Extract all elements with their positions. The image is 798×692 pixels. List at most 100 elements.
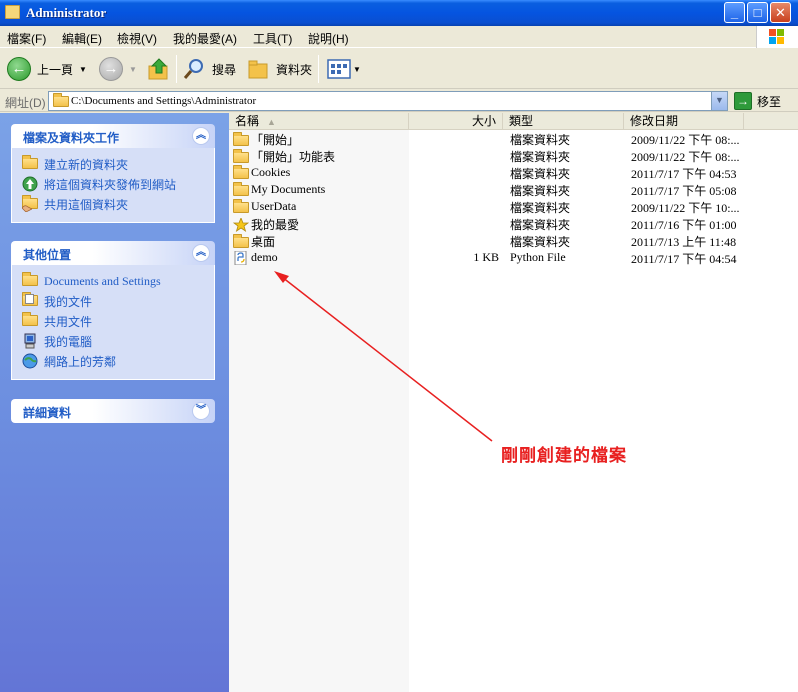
forward-button[interactable]: → ▼ xyxy=(99,55,137,83)
task-label: 我的文件 xyxy=(44,294,93,309)
folder-icon xyxy=(233,233,249,249)
folders-button[interactable]: 資料夾 xyxy=(246,55,312,83)
toolbar: ← 上一頁 ▼ → ▼ 搜尋 資料夾 ▼ xyxy=(0,49,798,89)
publish-web-icon xyxy=(22,176,38,192)
file-row[interactable]: 桌面 檔案資料夾 2011/7/13 上午 11:48 xyxy=(229,232,798,249)
file-name-cell: 我的最愛 xyxy=(233,216,403,233)
file-name: demo xyxy=(251,250,278,264)
column-header-size[interactable]: 大小 xyxy=(409,113,503,130)
file-name-cell: 桌面 xyxy=(233,233,403,250)
place-shared-documents[interactable]: 共用文件 xyxy=(22,311,214,331)
file-list: 名稱 ▲ 大小 類型 修改日期 「開始」 檔案資料夾 2009/11/22 下午 08… xyxy=(229,113,798,692)
file-name: 「開始」功能表 xyxy=(251,150,336,164)
collapse-chevron-icon[interactable]: ︽ xyxy=(192,127,210,145)
back-arrow-icon: ← xyxy=(7,57,31,81)
panel-header[interactable]: 檔案及資料夾工作 ︽ xyxy=(11,124,215,148)
folder-icon xyxy=(233,148,249,164)
menu-favorites[interactable]: 我的最愛(A) xyxy=(173,30,237,47)
file-name-cell: 「開始」 xyxy=(233,131,403,148)
file-type: 檔案資料夾 xyxy=(510,235,571,249)
column-header-date[interactable]: 修改日期 xyxy=(624,113,744,130)
place-my-documents[interactable]: 我的文件 xyxy=(22,291,214,311)
file-name-cell: Cookies xyxy=(233,165,403,180)
file-date: 2011/7/13 上午 11:48 xyxy=(631,235,737,249)
toolbar-separator xyxy=(318,55,319,83)
file-row[interactable]: 「開始」 檔案資料夾 2009/11/22 下午 08:... xyxy=(229,130,798,147)
title-bar[interactable]: Administrator _ □ ✕ xyxy=(0,0,798,26)
up-folder-button[interactable] xyxy=(147,55,171,83)
file-row[interactable]: UserData 檔案資料夾 2009/11/22 下午 10:... xyxy=(229,198,798,215)
folder-icon xyxy=(233,131,249,147)
file-row[interactable]: My Documents 檔案資料夾 2011/7/17 下午 05:08 xyxy=(229,181,798,198)
file-type: 檔案資料夾 xyxy=(510,150,571,164)
network-places-icon xyxy=(22,353,38,369)
panel-header[interactable]: 詳細資料 ︾ xyxy=(11,399,215,423)
task-label: 將這個資料夾發佈到網站 xyxy=(44,177,177,192)
file-type: 檔案資料夾 xyxy=(510,201,571,215)
expand-chevron-icon[interactable]: ︾ xyxy=(192,402,210,420)
folders-icon xyxy=(248,60,268,79)
menu-tools[interactable]: 工具(T) xyxy=(253,30,292,47)
go-button[interactable]: → 移至 xyxy=(734,92,781,110)
file-name: UserData xyxy=(251,199,297,213)
panel-title: 其他位置 xyxy=(23,248,72,262)
annotation-label: 剛剛創建的檔案 xyxy=(501,446,627,465)
minimize-button[interactable]: _ xyxy=(724,2,745,23)
views-icon xyxy=(327,59,351,79)
file-date: 2009/11/22 下午 10:... xyxy=(631,201,740,215)
task-new-folder[interactable]: 建立新的資料夾 xyxy=(22,154,214,174)
place-network-places[interactable]: 網路上的芳鄰 xyxy=(22,351,214,371)
address-path: C:\Documents and Settings\Administrator xyxy=(71,95,257,107)
file-type: 檔案資料夾 xyxy=(510,218,571,232)
folder-icon xyxy=(5,5,20,19)
panel-header[interactable]: 其他位置 ︽ xyxy=(11,241,215,265)
close-button[interactable]: ✕ xyxy=(770,2,791,23)
file-type: 檔案資料夾 xyxy=(510,184,571,198)
menu-view[interactable]: 檢視(V) xyxy=(117,30,157,47)
file-row[interactable]: Cookies 檔案資料夾 2011/7/17 下午 04:53 xyxy=(229,164,798,181)
place-my-computer[interactable]: 我的電腦 xyxy=(22,331,214,351)
views-button[interactable]: ▼ xyxy=(327,55,361,83)
file-row[interactable]: 我的最愛 檔案資料夾 2011/7/16 下午 01:00 xyxy=(229,215,798,232)
file-date: 2011/7/17 下午 04:53 xyxy=(631,167,737,181)
views-dropdown-icon[interactable]: ▼ xyxy=(353,65,361,74)
file-type: 檔案資料夾 xyxy=(510,167,571,181)
go-arrow-icon: → xyxy=(734,92,752,110)
column-header-type[interactable]: 類型 xyxy=(503,113,624,130)
list-header: 名稱 ▲ 大小 類型 修改日期 xyxy=(229,113,798,130)
back-label: 上一頁 xyxy=(37,62,74,77)
task-share-folder[interactable]: 共用這個資料夾 xyxy=(22,194,214,214)
window-title: Administrator xyxy=(26,5,107,20)
go-label: 移至 xyxy=(757,94,782,109)
menu-bar: 檔案(F) 編輯(E) 檢視(V) 我的最愛(A) 工具(T) 說明(H) xyxy=(0,26,798,48)
folder-icon xyxy=(233,165,249,180)
task-label: 共用文件 xyxy=(44,314,93,329)
share-folder-icon xyxy=(22,195,38,212)
folders-label: 資料夾 xyxy=(276,62,313,77)
task-label: 我的電腦 xyxy=(44,334,93,349)
file-row[interactable]: 「開始」功能表 檔案資料夾 2009/11/22 下午 08:... xyxy=(229,147,798,164)
address-input[interactable]: C:\Documents and Settings\Administrator … xyxy=(48,91,728,111)
file-row[interactable]: demo 1 KB Python File 2011/7/17 下午 04:54 xyxy=(229,249,798,266)
search-button[interactable]: 搜尋 xyxy=(182,55,236,83)
task-publish-web[interactable]: 將這個資料夾發佈到網站 xyxy=(22,174,214,194)
forward-dropdown-icon[interactable]: ▼ xyxy=(129,65,137,74)
column-header-name[interactable]: 名稱 ▲ xyxy=(229,113,409,130)
place-documents-and-settings[interactable]: Documents and Settings xyxy=(22,271,214,291)
address-dropdown-icon[interactable]: ▼ xyxy=(711,92,727,110)
menu-edit[interactable]: 編輯(E) xyxy=(62,30,102,47)
collapse-chevron-icon[interactable]: ︽ xyxy=(192,244,210,262)
maximize-button[interactable]: □ xyxy=(747,2,768,23)
menu-file[interactable]: 檔案(F) xyxy=(7,30,46,47)
menu-help[interactable]: 說明(H) xyxy=(308,30,349,47)
file-name-cell: UserData xyxy=(233,199,403,214)
task-label: Documents and Settings xyxy=(44,273,161,288)
details-panel: 詳細資料 ︾ xyxy=(11,399,215,423)
back-dropdown-icon[interactable]: ▼ xyxy=(79,65,87,74)
file-size: 1 KB xyxy=(473,250,499,264)
back-button[interactable]: ← 上一頁 ▼ xyxy=(7,55,87,83)
windows-logo xyxy=(756,26,798,48)
file-name: 「開始」 xyxy=(251,133,300,147)
my-computer-icon xyxy=(22,333,38,349)
column-label: 名稱 xyxy=(235,114,260,128)
